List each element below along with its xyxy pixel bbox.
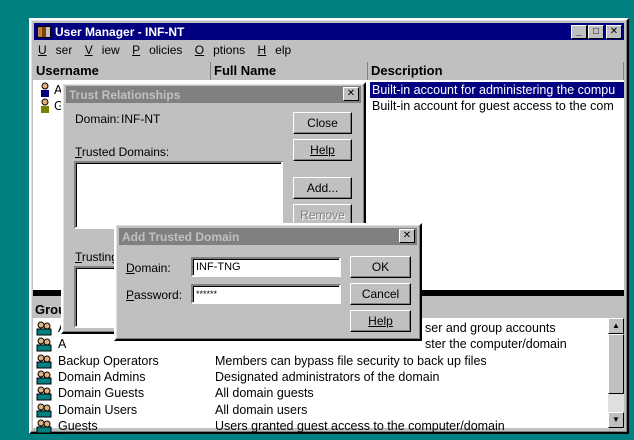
trust-domain-value: INF-NT bbox=[121, 112, 161, 126]
close-button[interactable]: ✕ bbox=[606, 25, 622, 39]
trust-remove-label: Remove bbox=[300, 208, 345, 222]
column-description[interactable]: Description bbox=[368, 62, 624, 80]
trusting-label: Trusting bbox=[75, 250, 118, 264]
group-description[interactable]: All domain guests bbox=[215, 385, 607, 401]
scroll-up-button[interactable]: ▲ bbox=[608, 318, 624, 334]
group-name[interactable]: Guests bbox=[58, 418, 208, 434]
main-title: User Manager - INF-NT bbox=[55, 24, 185, 39]
admin-user-icon bbox=[37, 82, 53, 98]
group-icon bbox=[36, 369, 52, 385]
trusted-domains-label: Trusted Domains: bbox=[75, 145, 170, 159]
user-description-guest[interactable]: Built-in account for guest access to the… bbox=[372, 98, 624, 114]
trust-close-button[interactable]: Close bbox=[293, 112, 352, 134]
maximize-button[interactable]: □ bbox=[588, 25, 604, 39]
group-name[interactable]: Domain Guests bbox=[58, 385, 208, 401]
trusted-domains-list[interactable] bbox=[74, 161, 283, 229]
trust-help-label: Help bbox=[310, 143, 335, 157]
group-icon bbox=[36, 418, 52, 434]
add-title: Add Trusted Domain bbox=[122, 229, 240, 244]
menu-options[interactable]: Options bbox=[195, 43, 245, 57]
group-description[interactable]: Designated administrators of the domain bbox=[215, 369, 607, 385]
trusting-domains-list[interactable] bbox=[74, 266, 118, 328]
trust-help-button[interactable]: Help bbox=[293, 139, 352, 161]
app-icon bbox=[37, 25, 51, 38]
add-ok-label: OK bbox=[371, 260, 390, 274]
group-description[interactable]: ser and group accounts bbox=[425, 320, 605, 336]
trust-domain-label: Domain: bbox=[75, 112, 120, 126]
add-title-bar[interactable]: Add Trusted Domain bbox=[119, 228, 417, 245]
trust-title-bar[interactable]: Trust Relationships bbox=[66, 86, 361, 103]
menu-view[interactable]: View bbox=[85, 43, 120, 57]
group-description[interactable]: Users granted guest access to the comput… bbox=[215, 418, 607, 434]
add-password-label: Password: bbox=[126, 288, 183, 302]
menu-help[interactable]: Help bbox=[258, 43, 292, 57]
column-username[interactable]: Username bbox=[33, 62, 211, 80]
group-name[interactable]: Domain Admins bbox=[58, 369, 208, 385]
groups-scrollbar[interactable]: ▲ ▼ bbox=[608, 318, 624, 428]
menu-bar: User View Policies Options Help bbox=[38, 42, 300, 58]
add-cancel-label: Cancel bbox=[361, 287, 400, 301]
trust-title: Trust Relationships bbox=[69, 87, 181, 102]
add-password-input[interactable]: ****** bbox=[191, 284, 341, 304]
add-domain-input[interactable]: INF-TNG bbox=[191, 257, 341, 277]
menu-user[interactable]: User bbox=[38, 43, 72, 57]
add-help-button[interactable]: Help bbox=[350, 310, 411, 332]
main-title-bar[interactable]: User Manager - INF-NT bbox=[34, 23, 624, 40]
column-full-name[interactable]: Full Name bbox=[211, 62, 368, 80]
add-ok-button[interactable]: OK bbox=[350, 256, 411, 278]
add-domain-label: Domain: bbox=[126, 261, 171, 275]
add-help-label: Help bbox=[368, 314, 393, 328]
group-icon bbox=[36, 336, 52, 352]
group-description[interactable]: All domain users bbox=[215, 402, 607, 418]
trust-close-label: Close bbox=[307, 116, 338, 130]
user-description-admin[interactable]: Built-in account for administering the c… bbox=[370, 82, 624, 98]
group-description[interactable]: ster the computer/domain bbox=[425, 336, 605, 352]
group-icon bbox=[36, 353, 52, 369]
group-name[interactable]: Domain Users bbox=[58, 402, 208, 418]
trust-close-x-button[interactable]: ✕ bbox=[343, 87, 359, 101]
trust-add-button[interactable]: Add... bbox=[293, 177, 352, 199]
minimize-button[interactable]: _ bbox=[571, 25, 587, 39]
menu-policies[interactable]: Policies bbox=[132, 43, 182, 57]
trust-add-label: Add... bbox=[306, 181, 339, 195]
scroll-down-button[interactable]: ▼ bbox=[608, 412, 624, 428]
guest-user-icon bbox=[37, 98, 53, 114]
group-description[interactable]: Members can bypass file security to back… bbox=[215, 353, 607, 369]
group-icon bbox=[36, 385, 52, 401]
group-name[interactable]: Backup Operators bbox=[58, 353, 208, 369]
trusted-domains-label-rest: rusted Domains: bbox=[81, 145, 170, 159]
group-icon bbox=[36, 402, 52, 418]
group-icon bbox=[36, 320, 52, 336]
scroll-thumb[interactable] bbox=[608, 334, 624, 394]
add-close-x-button[interactable]: ✕ bbox=[399, 229, 415, 243]
add-cancel-button[interactable]: Cancel bbox=[350, 283, 411, 305]
